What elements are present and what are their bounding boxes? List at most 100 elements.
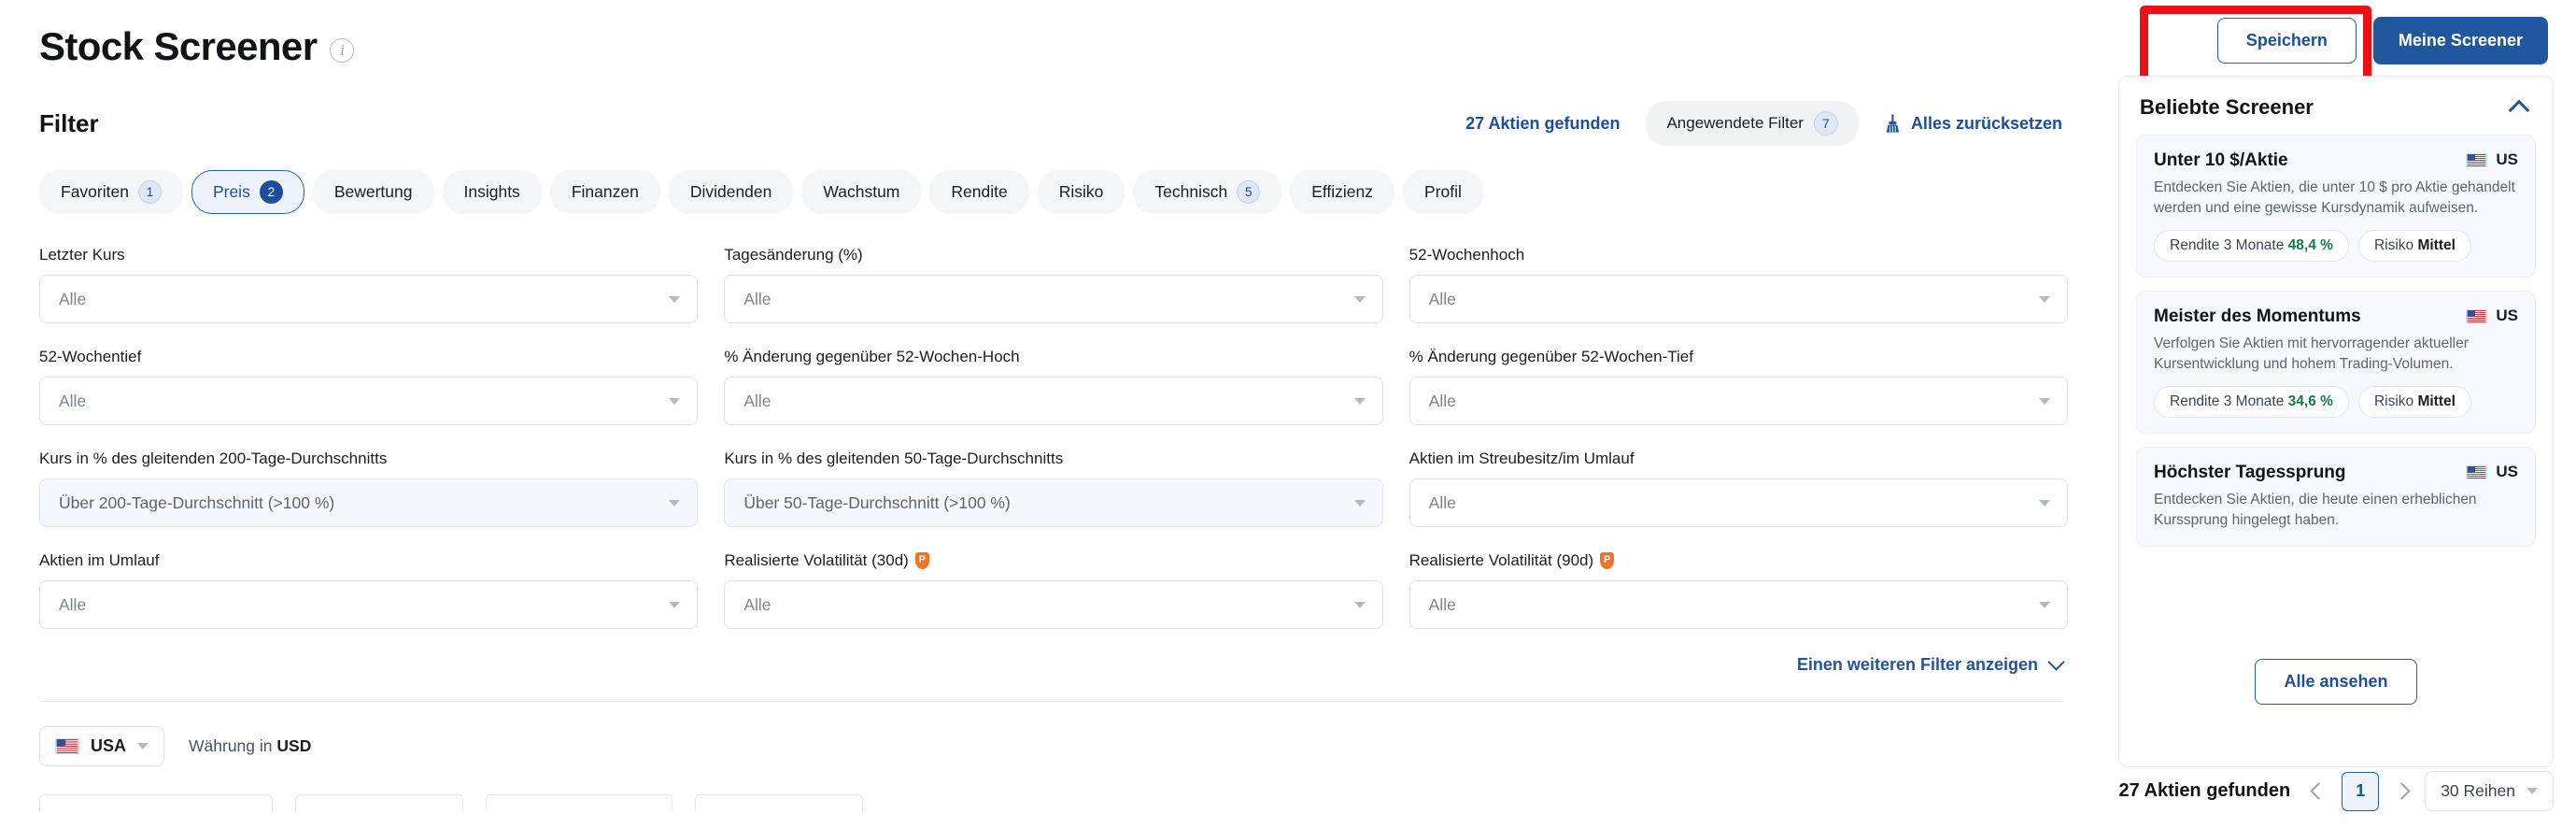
rows-per-page-selector[interactable]: 30 Reihen — [2425, 771, 2554, 811]
my-screeners-button[interactable]: Meine Screener — [2372, 17, 2548, 64]
filter-label-text: Tagesänderung (%) — [724, 246, 863, 264]
tab-label: Technisch — [1154, 182, 1228, 201]
chevron-down-icon — [669, 295, 681, 303]
save-button[interactable]: Speichern — [2216, 18, 2357, 64]
page-number-1[interactable]: 1 — [2342, 771, 2380, 811]
tab-profil[interactable]: Profil — [1403, 170, 1483, 214]
tab-label: Wachstum — [823, 182, 900, 201]
filter-field: Realisierte Volatilität (30d) P Alle — [724, 551, 1383, 629]
country-selector[interactable]: USA — [39, 726, 165, 766]
filter-dropdown[interactable]: Alle — [39, 377, 699, 425]
chevron-up-icon[interactable] — [2508, 99, 2530, 121]
filter-dropdown-value: Alle — [59, 391, 87, 410]
filter-dropdown[interactable]: Alle — [724, 580, 1383, 629]
tab-technisch[interactable]: Technisch 5 — [1133, 170, 1282, 214]
filter-field: 52-Wochentief Alle — [39, 348, 699, 425]
chevron-down-icon — [2526, 788, 2538, 794]
applied-filters-count: 7 — [1813, 111, 1838, 136]
pill-value: 48,4 % — [2287, 237, 2333, 253]
screener-card-title: Höchster Tagessprung — [2154, 463, 2346, 482]
tab-risiko[interactable]: Risiko — [1037, 170, 1125, 214]
info-icon[interactable]: i — [330, 38, 355, 63]
screener-card-pills: Rendite 3 Monate 34,6 % Risiko Mittel — [2154, 386, 2518, 418]
filter-dropdown-value: Alle — [59, 594, 87, 614]
filter-dropdown[interactable]: Alle — [39, 580, 699, 629]
tab-bewertung[interactable]: Bewertung — [312, 170, 434, 214]
reset-all-button[interactable]: Alles zurücksetzen — [1885, 114, 2062, 134]
screener-card-description: Entdecken Sie Aktien, die heute einen er… — [2154, 492, 2477, 528]
results-count-link[interactable]: 27 Aktien gefunden — [1465, 114, 1620, 134]
filter-field: Kurs in % des gleitenden 200-Tage-Durchs… — [39, 450, 699, 527]
filter-dropdown-value: Alle — [743, 594, 771, 614]
screener-card-top: Meister des Momentums US — [2154, 307, 2518, 327]
tab-effizienz[interactable]: Effizienz — [1290, 170, 1395, 214]
pill-label: Rendite 3 Monate — [2170, 393, 2285, 409]
filter-dropdown[interactable]: Über 200-Tage-Durchschnitt (>100 %) — [39, 478, 699, 527]
filter-field-label: 52-Wochenhoch — [1409, 246, 2068, 264]
screener-card-title: Meister des Momentums — [2154, 307, 2361, 326]
screener-card-top: Höchster Tagessprung US — [2154, 463, 2518, 483]
filter-field-label: Realisierte Volatilität (30d) P — [724, 551, 1382, 570]
filter-field-label: Aktien im Streubesitz/im Umlauf — [1409, 450, 2068, 468]
region-code: US — [2496, 150, 2518, 168]
filter-dropdown-value: Alle — [1428, 289, 1456, 308]
table-column-stub — [486, 794, 672, 811]
filter-dropdown-value: Über 50-Tage-Durchschnitt (>100 %) — [743, 493, 1011, 512]
chevron-down-icon — [2038, 295, 2050, 303]
filter-dropdown[interactable]: Alle — [724, 377, 1383, 425]
filter-field-label: % Änderung gegenüber 52-Wochen-Hoch — [724, 348, 1382, 366]
screener-card[interactable]: Unter 10 $/Aktie US Entdecken Sie Aktien, … — [2136, 135, 2536, 278]
screener-card-region: US — [2466, 307, 2518, 325]
tab-preis[interactable]: Preis 2 — [191, 170, 304, 214]
filter-field: % Änderung gegenüber 52-Wochen-Tief Alle — [1408, 348, 2068, 425]
filter-field: Kurs in % des gleitenden 50-Tage-Durchsc… — [724, 450, 1383, 527]
applied-filters-chip[interactable]: Angewendete Filter 7 — [1646, 101, 1859, 146]
filter-label-text: Kurs in % des gleitenden 200-Tage-Durchs… — [39, 450, 388, 467]
us-flag-icon — [2466, 308, 2488, 323]
tab-label: Effizienz — [1311, 182, 1374, 201]
tab-favoriten[interactable]: Favoriten 1 — [39, 170, 183, 214]
see-all-button[interactable]: Alle ansehen — [2255, 659, 2417, 705]
screener-card-pill: Risiko Mittel — [2357, 386, 2471, 418]
filter-field: Aktien im Umlauf Alle — [39, 551, 699, 629]
tab-dividenden[interactable]: Dividenden — [668, 170, 794, 214]
filter-field: Letzter Kurs Alle — [39, 246, 699, 323]
right-sidebar: Speichern Meine Screener Beliebte Screen… — [2102, 0, 2576, 828]
screener-card[interactable]: Höchster Tagessprung US Entdecken Sie Akti… — [2136, 447, 2536, 547]
chevron-left-icon[interactable] — [2310, 782, 2328, 800]
reset-all-label: Alles zurücksetzen — [1910, 113, 2062, 133]
popular-screeners-header: Beliebte Screener — [2136, 95, 2536, 121]
filter-dropdown[interactable]: Alle — [1408, 580, 2068, 629]
chevron-down-icon — [1353, 397, 1366, 405]
filter-label-text: Aktien im Streubesitz/im Umlauf — [1408, 450, 1635, 467]
screener-card-list: Unter 10 $/Aktie US Entdecken Sie Aktien, … — [2136, 135, 2536, 547]
filter-label-text: 52-Wochentief — [39, 348, 142, 365]
filter-label-text: Letzter Kurs — [39, 246, 125, 264]
screener-card[interactable]: Meister des Momentums US Verfolgen Sie Akt… — [2136, 291, 2536, 434]
screener-card-top: Unter 10 $/Aktie US — [2154, 150, 2518, 171]
show-more-filters-button[interactable]: Einen weiteren Filter anzeigen — [1797, 653, 2065, 675]
filter-label-text: Aktien im Umlauf — [39, 551, 160, 569]
chevron-down-icon — [2038, 397, 2050, 405]
table-column-stub — [39, 794, 273, 811]
filter-dropdown[interactable]: Über 50-Tage-Durchschnitt (>100 %) — [724, 478, 1383, 527]
tab-insights[interactable]: Insights — [442, 170, 542, 214]
filter-label-text: Kurs in % des gleitenden 50-Tage-Durchsc… — [724, 450, 1064, 467]
filter-field-label: Aktien im Umlauf — [39, 551, 698, 570]
filter-dropdown-value: Alle — [743, 391, 771, 410]
filter-dropdown[interactable]: Alle — [1408, 275, 2068, 323]
tab-label: Risiko — [1058, 182, 1104, 201]
filter-dropdown[interactable]: Alle — [39, 275, 699, 323]
currency-prefix: Währung in — [189, 736, 273, 755]
tab-rendite[interactable]: Rendite — [929, 170, 1029, 214]
filter-dropdown[interactable]: Alle — [1408, 377, 2068, 425]
title-row: Stock Screener i — [39, 0, 2068, 69]
chevron-right-icon[interactable] — [2393, 782, 2411, 800]
tab-wachstum[interactable]: Wachstum — [801, 170, 922, 214]
filter-field-label: Kurs in % des gleitenden 50-Tage-Durchsc… — [724, 450, 1382, 468]
tab-finanzen[interactable]: Finanzen — [549, 170, 660, 214]
filter-dropdown[interactable]: Alle — [724, 275, 1383, 323]
filter-header-actions: 27 Aktien gefunden Angewendete Filter 7 … — [1465, 101, 2062, 146]
table-column-stub — [295, 794, 463, 811]
filter-dropdown[interactable]: Alle — [1408, 478, 2068, 527]
